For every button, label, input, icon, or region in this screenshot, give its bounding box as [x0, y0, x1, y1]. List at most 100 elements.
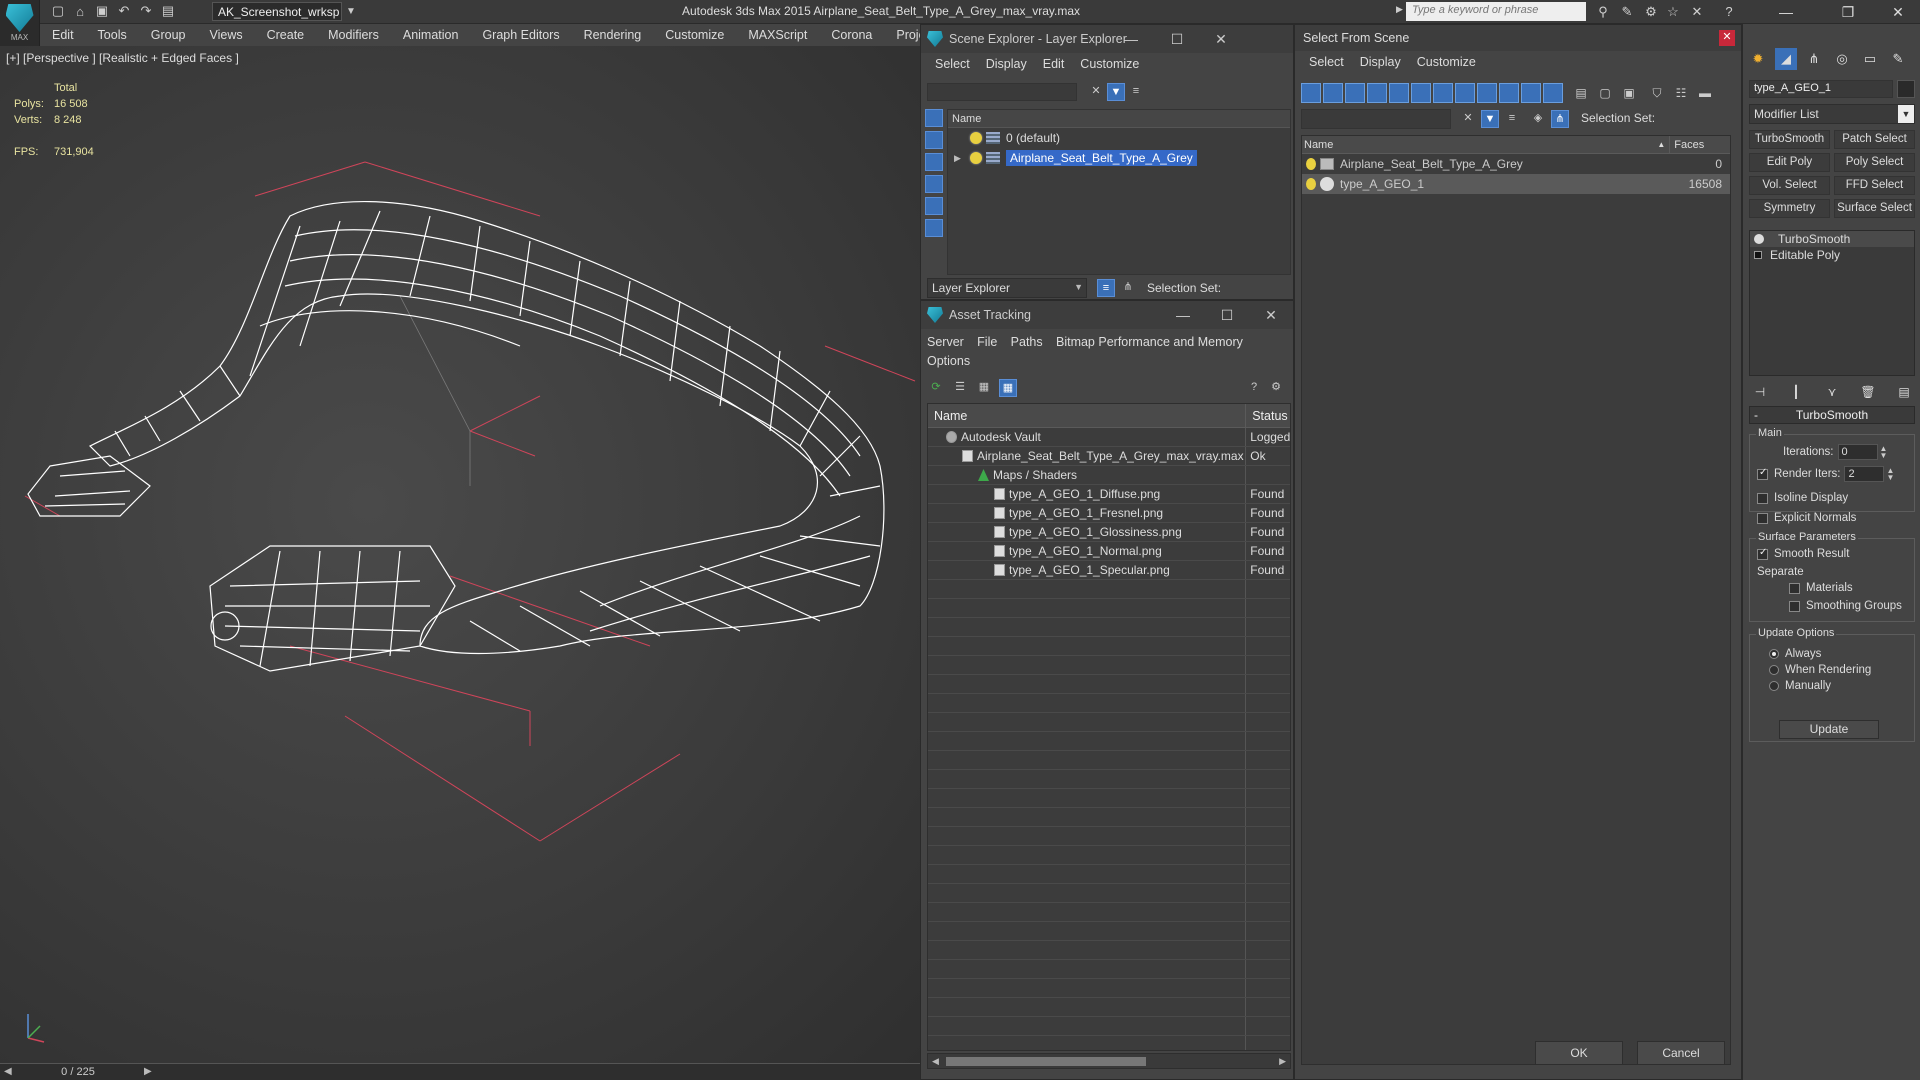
next-frame-icon[interactable]: ▶	[144, 1064, 152, 1080]
lightbulb-icon[interactable]	[970, 132, 982, 144]
exchange-icon[interactable]: ⚙	[1642, 3, 1660, 21]
table-row[interactable]	[928, 656, 1290, 675]
menu-rendering[interactable]: Rendering	[572, 28, 654, 42]
menu-options[interactable]: Options	[927, 354, 980, 368]
show-end-result-icon[interactable]: ┃	[1785, 382, 1807, 402]
redo-icon[interactable]: ↷	[138, 3, 154, 19]
motion-tab-icon[interactable]: ◎	[1831, 48, 1853, 70]
spacewarps-filter-icon[interactable]	[925, 219, 943, 237]
settings-icon[interactable]: ⚙	[1267, 379, 1285, 397]
table-row[interactable]	[928, 1036, 1290, 1050]
minimize-button[interactable]: —	[1161, 301, 1205, 329]
binoculars-icon[interactable]: ⚲	[1594, 3, 1612, 21]
horizontal-scrollbar[interactable]: ◀ ▶	[927, 1053, 1291, 1069]
close-button[interactable]: ✕	[1199, 25, 1243, 53]
scroll-right-icon[interactable]: ▶	[1279, 1054, 1286, 1068]
close-button[interactable]: ✕	[1249, 301, 1293, 329]
lightbulb-icon[interactable]	[1306, 178, 1316, 190]
table-row[interactable]: Maps / Shaders	[928, 466, 1290, 485]
menu-display[interactable]: Display	[978, 57, 1035, 71]
frame-counter[interactable]: 0 / 225	[8, 1064, 148, 1080]
scene-explorer-titlebar[interactable]: Scene Explorer - Layer Explorer — ☐ ✕	[921, 25, 1293, 53]
modify-tab-icon[interactable]: ◢	[1775, 48, 1797, 70]
minimize-button[interactable]: —	[1764, 0, 1808, 24]
create-tab-icon[interactable]: ✹	[1747, 48, 1769, 70]
table-row[interactable]	[928, 941, 1290, 960]
table-row[interactable]	[928, 713, 1290, 732]
maximize-button[interactable]: ☐	[1155, 25, 1199, 53]
menu-customize[interactable]: Customize	[1409, 55, 1484, 69]
filter-icon[interactable]: ▼	[1481, 110, 1499, 128]
menu-maxscript[interactable]: MAXScript	[736, 28, 819, 42]
hierarchy-icon[interactable]: ⋔	[1551, 110, 1569, 128]
table-row[interactable]: type_A_GEO_1_Fresnel.png Found	[928, 504, 1290, 523]
minimize-button[interactable]: —	[1109, 25, 1153, 53]
tree-row[interactable]: ▶ Airplane_Seat_Belt_Type_A_Grey	[948, 148, 1290, 168]
table-row[interactable]	[928, 675, 1290, 694]
cameras-filter-icon[interactable]	[1367, 83, 1387, 103]
menu-bitmap-performance[interactable]: Bitmap Performance and Memory	[1056, 335, 1253, 349]
manually-radio[interactable]	[1769, 681, 1779, 691]
groups-filter-icon[interactable]	[1433, 83, 1453, 103]
shapes-filter-icon[interactable]	[925, 131, 943, 149]
helpers-filter-icon[interactable]	[925, 197, 943, 215]
help-icon[interactable]: ?	[1720, 3, 1738, 21]
modifier-list-dropdown[interactable]: Modifier List ▼	[1749, 104, 1915, 124]
table-view-icon[interactable]: ▦	[999, 379, 1017, 397]
update-button[interactable]: Update	[1779, 720, 1879, 739]
iterations-spinner[interactable]: 0	[1837, 444, 1878, 460]
list-item[interactable]: type_A_GEO_1 16508	[1302, 174, 1730, 194]
filter-icon[interactable]: ▼	[1107, 83, 1125, 101]
help-icon[interactable]: ?	[1245, 379, 1263, 397]
scroll-left-icon[interactable]: ◀	[932, 1054, 939, 1068]
project-folder-icon[interactable]: ▤	[160, 3, 176, 19]
table-row[interactable]	[928, 694, 1290, 713]
table-row[interactable]	[928, 732, 1290, 751]
table-row[interactable]	[928, 637, 1290, 656]
spinner-arrows-icon[interactable]: ▲ ▼	[1886, 467, 1894, 482]
cameras-filter-icon[interactable]	[925, 175, 943, 193]
hidden-filter-icon[interactable]	[1543, 83, 1563, 103]
search-input[interactable]: Type a keyword or phrase	[1406, 2, 1586, 21]
menu-graph-editors[interactable]: Graph Editors	[470, 28, 571, 42]
restore-button[interactable]: ❐	[1826, 0, 1870, 24]
edit-poly-button[interactable]: Edit Poly	[1749, 153, 1830, 172]
refresh-icon[interactable]: ⟳	[927, 379, 945, 397]
column-header-name[interactable]: Name	[948, 110, 1290, 128]
hierarchy-tab-icon[interactable]: ⋔	[1803, 48, 1825, 70]
table-row[interactable]: type_A_GEO_1_Normal.png Found	[928, 542, 1290, 561]
rollout-header[interactable]: - TurboSmooth	[1749, 406, 1915, 424]
spinner-arrows-icon[interactable]: ▲ ▼	[1880, 445, 1888, 460]
menu-customize[interactable]: Customize	[653, 28, 736, 42]
list-item[interactable]: Airplane_Seat_Belt_Type_A_Grey 0	[1302, 154, 1730, 174]
spacewarps-filter-icon[interactable]	[1411, 83, 1431, 103]
helpers-filter-icon[interactable]	[1389, 83, 1409, 103]
table-row[interactable]: Airplane_Seat_Belt_Type_A_Grey_max_vray.…	[928, 447, 1290, 466]
table-row[interactable]: type_A_GEO_1_Glossiness.png Found	[928, 523, 1290, 542]
save-file-icon[interactable]: ▣	[94, 3, 110, 19]
column-header-faces[interactable]: Faces	[1670, 136, 1730, 153]
asset-tracking-titlebar[interactable]: Asset Tracking — ☐ ✕	[921, 301, 1293, 329]
menu-server[interactable]: Server	[927, 335, 974, 349]
table-row[interactable]	[928, 922, 1290, 941]
geometry-filter-icon[interactable]	[925, 109, 943, 127]
symmetry-button[interactable]: Symmetry	[1749, 199, 1830, 218]
search-expand-icon[interactable]: ▶	[1396, 4, 1403, 15]
menu-customize[interactable]: Customize	[1072, 57, 1147, 71]
table-row[interactable]	[928, 789, 1290, 808]
smoothing-groups-checkbox[interactable]	[1789, 600, 1800, 612]
stack-item-turbosmooth[interactable]: TurboSmooth	[1750, 231, 1914, 247]
perspective-viewport[interactable]: [+] [Perspective ] [Realistic + Edged Fa…	[0, 46, 920, 1063]
bones-filter-icon[interactable]	[1477, 83, 1497, 103]
hierarchy-icon[interactable]: ⋔	[1119, 279, 1137, 297]
lights-filter-icon[interactable]	[925, 153, 943, 171]
make-unique-icon[interactable]: ⋎	[1821, 382, 1843, 402]
clear-search-icon[interactable]: ✕	[1087, 83, 1105, 101]
column-header-status[interactable]: Status	[1246, 404, 1290, 427]
table-row[interactable]	[928, 751, 1290, 770]
close-button[interactable]: ✕	[1719, 30, 1735, 46]
remove-modifier-icon[interactable]: 🗑	[1857, 382, 1879, 402]
display-all-icon[interactable]: ▤	[1571, 83, 1591, 103]
expand-arrow-icon[interactable]: ▶	[954, 153, 970, 164]
menu-file[interactable]: File	[977, 335, 1007, 349]
